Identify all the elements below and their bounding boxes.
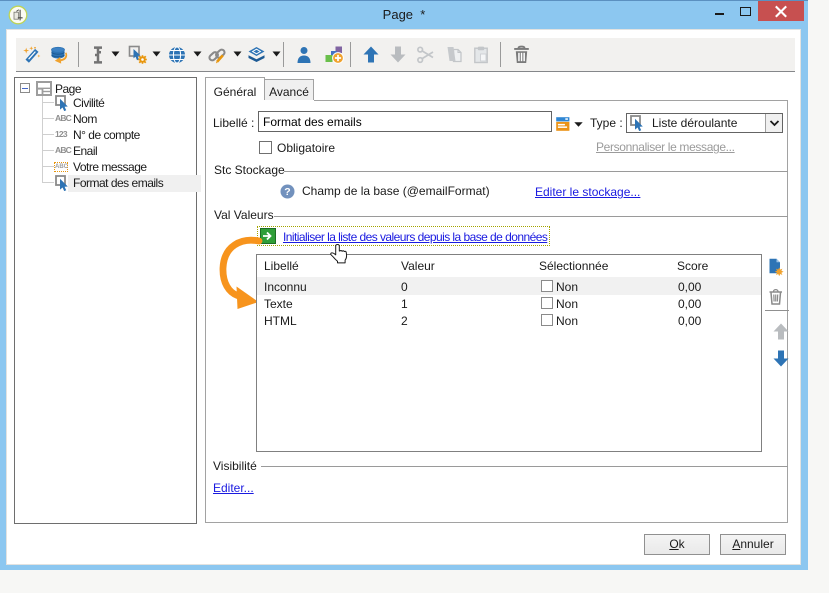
svg-text:?: ? (284, 186, 290, 198)
